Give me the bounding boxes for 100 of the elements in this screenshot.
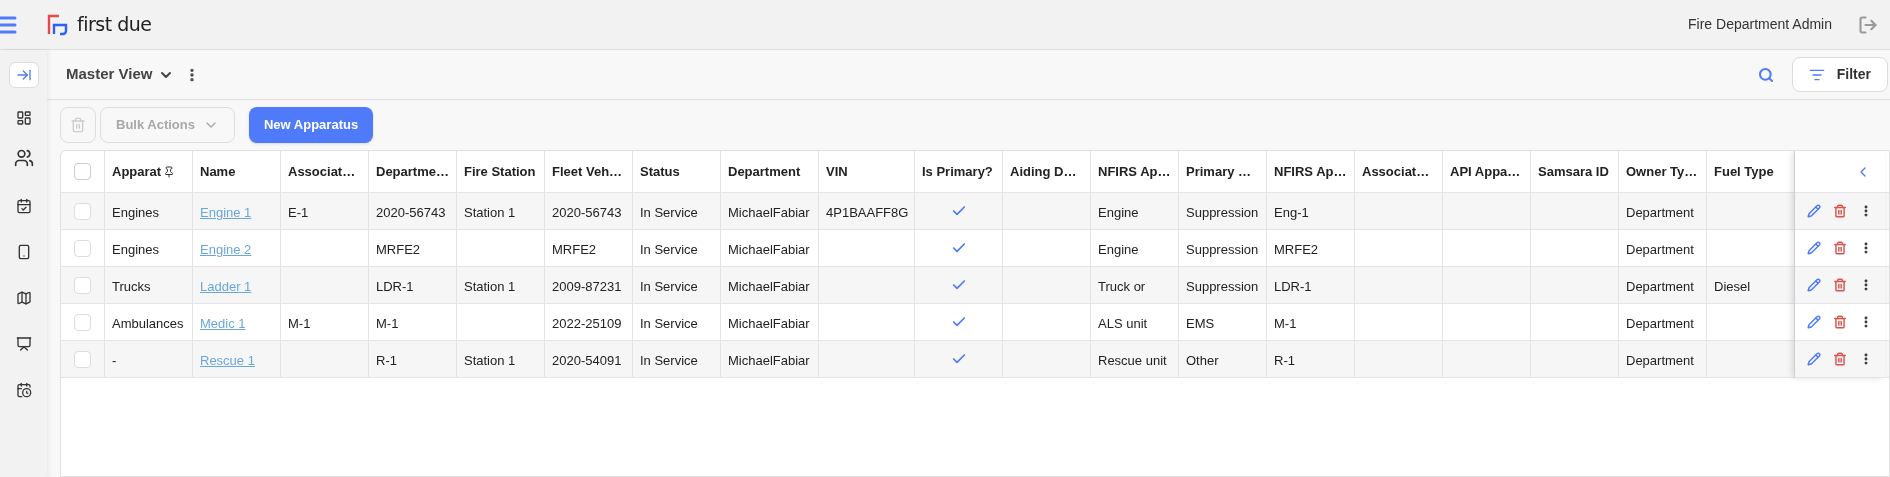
table-cell: Eng-1 — [1274, 205, 1309, 220]
table-cell: In Service — [640, 205, 698, 220]
table-cell: 2020-56743 — [552, 205, 622, 220]
table-cell: R-1 — [1274, 353, 1295, 368]
column-header[interactable]: Samsara ID — [1538, 161, 1609, 182]
column-header[interactable]: Fire Station — [464, 161, 536, 182]
logout-icon[interactable] — [1858, 14, 1878, 35]
calendar-icon[interactable] — [15, 198, 32, 214]
table-cell: Department — [1626, 353, 1694, 368]
table-cell: Engines — [112, 205, 159, 220]
table-cell: 2022-25109 — [552, 316, 622, 331]
calendar-clock-icon[interactable] — [15, 382, 32, 398]
table-cell: In Service — [640, 279, 698, 294]
table-cell: Engines — [112, 242, 159, 257]
table-cell: Engine — [1098, 205, 1139, 220]
table-cell: In Service — [640, 242, 698, 257]
table-cell: In Service — [640, 316, 698, 331]
row-checkbox[interactable] — [74, 313, 91, 331]
edit-icon[interactable] — [1807, 241, 1821, 255]
column-header[interactable]: Primary … — [1186, 161, 1252, 182]
table-cell: M-1 — [288, 316, 311, 331]
row-checkbox[interactable] — [74, 350, 91, 368]
delete-icon[interactable] — [1833, 315, 1847, 329]
search-icon[interactable] — [1757, 66, 1774, 83]
table-cell: Department — [1626, 316, 1694, 331]
column-header[interactable]: NFIRS Ap… — [1098, 161, 1171, 182]
table-cell: MRFE2 — [1274, 242, 1319, 257]
table-cell: MichaelFabiar — [728, 242, 810, 257]
column-header[interactable]: Associat… — [288, 161, 356, 182]
expand-sidebar-button[interactable] — [8, 62, 39, 88]
table-cell: Rescue unit — [1098, 353, 1167, 368]
presentation-icon[interactable] — [15, 336, 32, 352]
table-cell: LDR-1 — [1274, 279, 1312, 294]
column-header[interactable]: Department — [728, 161, 801, 182]
table-cell: Suppression — [1186, 279, 1259, 294]
edit-icon[interactable] — [1807, 352, 1821, 366]
table-cell: MRFE2 — [376, 242, 421, 257]
trash-icon — [70, 117, 86, 133]
table-cell: Department — [1626, 205, 1694, 220]
table-cell: Ambulances — [112, 316, 184, 331]
column-header[interactable]: Name — [200, 161, 236, 182]
user-name: Fire Department Admin — [1688, 15, 1832, 34]
new-apparatus-button[interactable]: New Apparatus — [249, 107, 374, 143]
table-cell: 2020-56743 — [376, 205, 446, 220]
column-header[interactable]: Status — [640, 161, 680, 182]
table-cell: MRFE2 — [552, 242, 597, 257]
table-cell: Engine — [1098, 242, 1139, 257]
delete-icon[interactable] — [1833, 352, 1847, 366]
table-cell: MichaelFabiar — [728, 353, 810, 368]
table-cell: ALS unit — [1098, 316, 1148, 331]
table-cell: Trucks — [112, 279, 151, 294]
table-cell: Station 1 — [464, 353, 516, 368]
edit-icon[interactable] — [1807, 315, 1821, 329]
row-checkbox[interactable] — [74, 202, 91, 220]
column-header[interactable]: VIN — [826, 161, 848, 182]
arrow-right-icon — [15, 67, 32, 83]
column-header[interactable]: Departme… — [376, 161, 449, 182]
delete-icon[interactable] — [1833, 241, 1847, 255]
pin-icon[interactable] — [163, 165, 176, 178]
edit-icon[interactable] — [1807, 278, 1821, 292]
edit-icon[interactable] — [1807, 204, 1821, 218]
dashboard-icon[interactable] — [15, 110, 32, 126]
column-header[interactable]: Fleet Veh… — [552, 161, 623, 182]
logo-icon — [47, 13, 69, 36]
table-cell: Suppression — [1186, 242, 1259, 257]
table-cell: Department — [1626, 279, 1694, 294]
table-cell: 4P1BAAFF8G — [826, 205, 909, 220]
people-icon[interactable] — [13, 148, 34, 168]
table-cell: M-1 — [376, 316, 399, 331]
table-cell: MichaelFabiar — [728, 279, 810, 294]
map-icon[interactable] — [15, 290, 32, 306]
table-cell: LDR-1 — [376, 279, 414, 294]
table-cell: Other — [1186, 353, 1219, 368]
column-header[interactable]: Is Primary? — [922, 161, 993, 182]
select-all-checkbox[interactable] — [74, 163, 91, 180]
table-cell: Department — [1626, 242, 1694, 257]
table-cell: E-1 — [288, 205, 309, 220]
table-cell: R-1 — [376, 353, 397, 368]
table-cell: Station 1 — [464, 279, 516, 294]
column-header[interactable]: Associat… — [1362, 161, 1430, 182]
table-cell: Truck or — [1098, 279, 1146, 294]
column-header[interactable]: Aiding D… — [1010, 161, 1077, 182]
column-header[interactable]: NFIRS Ap… — [1274, 161, 1347, 182]
column-header[interactable]: Owner Ty… — [1626, 161, 1698, 182]
row-checkbox[interactable] — [74, 239, 91, 257]
delete-icon[interactable] — [1833, 204, 1847, 218]
table-cell: Diesel — [1714, 279, 1751, 294]
table-cell: In Service — [640, 353, 698, 368]
column-header[interactable]: Apparat — [112, 161, 162, 182]
column-header[interactable]: Fuel Type — [1714, 161, 1774, 182]
table-cell: - — [112, 353, 117, 368]
table-cell: 2020-54091 — [552, 353, 622, 368]
column-header[interactable]: API Appa… — [1450, 161, 1521, 182]
table-cell: M-1 — [1274, 316, 1297, 331]
table-cell: Suppression — [1186, 205, 1259, 220]
delete-icon[interactable] — [1833, 278, 1847, 292]
view-title[interactable]: Master View — [66, 63, 153, 86]
row-checkbox[interactable] — [74, 276, 91, 294]
filter-button[interactable]: Filter — [1791, 57, 1888, 92]
table-cell: MichaelFabiar — [728, 205, 810, 220]
